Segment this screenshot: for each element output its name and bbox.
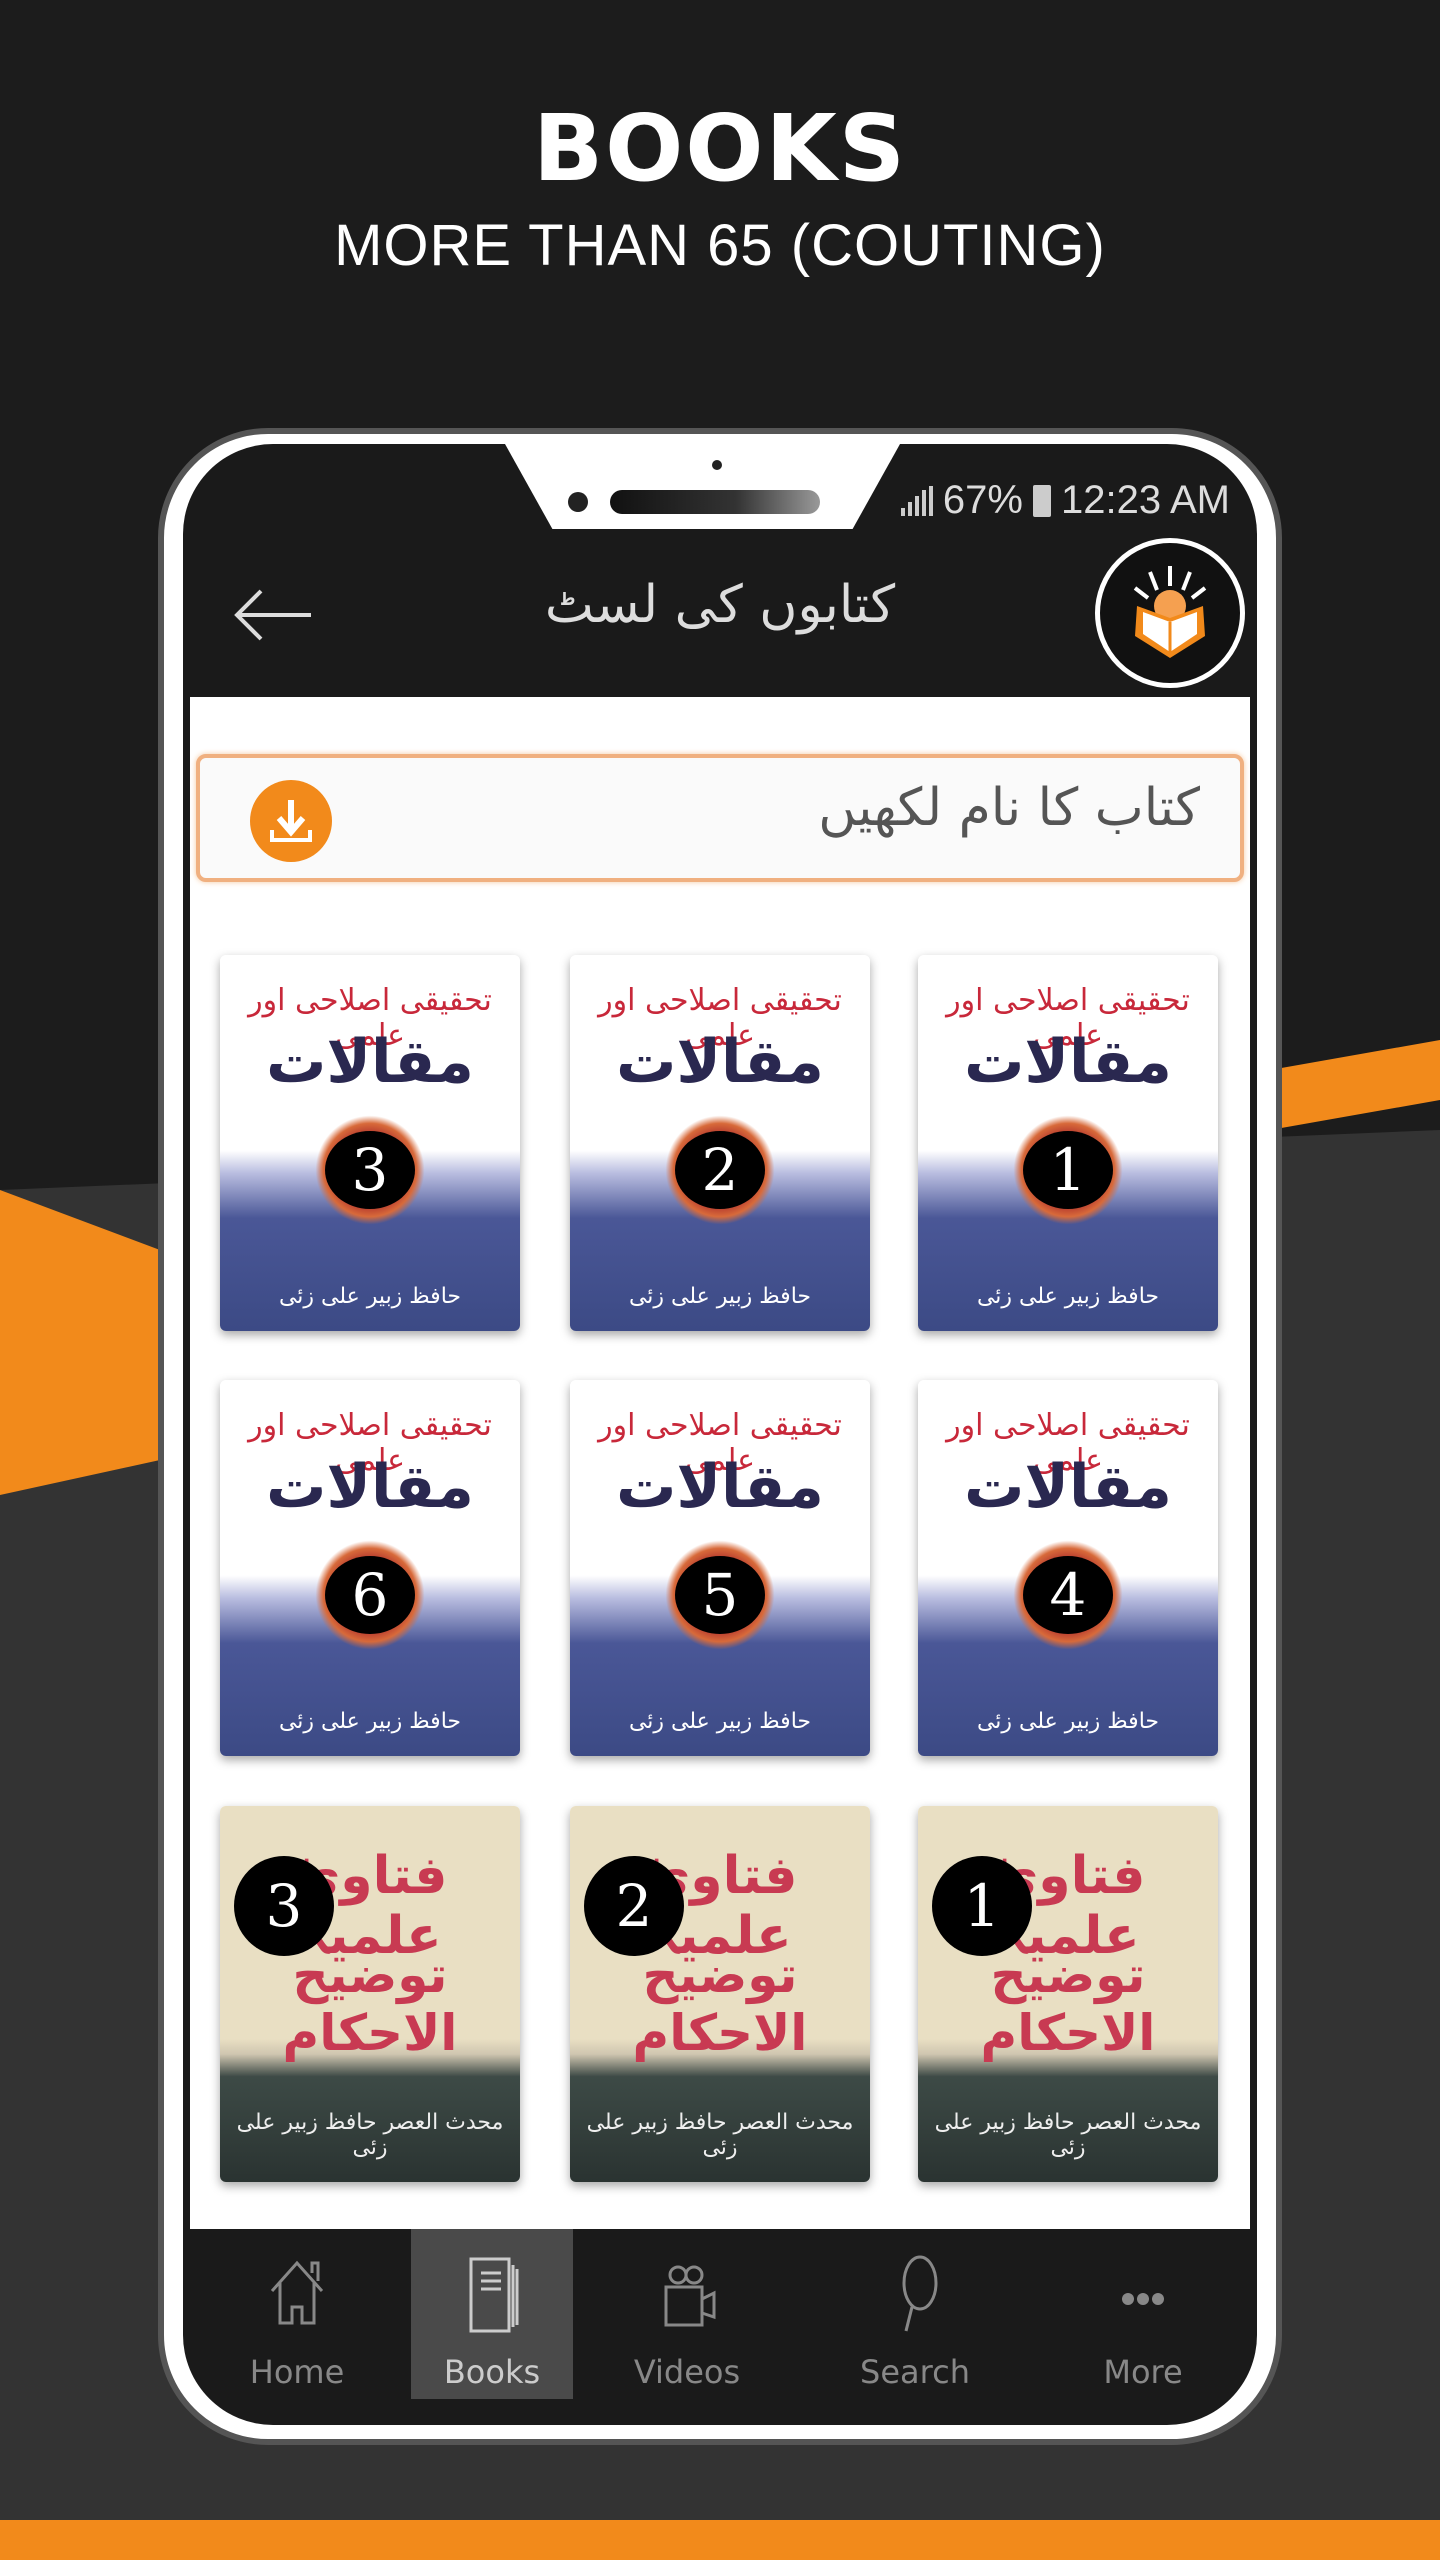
volume-number: 4 xyxy=(1023,1556,1113,1634)
book-icon xyxy=(469,2257,519,2333)
book-cover[interactable]: تحقیقی اصلاحی اور علمی مقالات 5 حافظ زبی… xyxy=(570,1380,870,1756)
volume-number: 1 xyxy=(1023,1131,1113,1209)
home-icon xyxy=(270,2260,324,2325)
volume-number: 2 xyxy=(584,1856,684,1956)
app-logo[interactable] xyxy=(1095,538,1245,688)
book-cover[interactable]: تحقیقی اصلاحی اور علمی مقالات 4 حافظ زبی… xyxy=(918,1380,1218,1756)
more-dots-icon xyxy=(1122,2293,1164,2305)
download-icon xyxy=(270,800,312,842)
camera-lens xyxy=(568,492,588,512)
status-bar: 67% 12:23 AM xyxy=(900,478,1230,523)
nav-tab-videos[interactable]: Videos xyxy=(573,2229,801,2399)
video-camera-icon xyxy=(664,2265,716,2327)
book-cover[interactable]: توضیح الاحکام فتاویٰ علمیہ 3 محدث العصر … xyxy=(220,1806,520,2182)
nav-tab-search[interactable]: Search xyxy=(801,2229,1029,2399)
volume-number: 1 xyxy=(932,1856,1032,1956)
clock: 12:23 AM xyxy=(1060,478,1230,522)
volume-number: 2 xyxy=(675,1131,765,1209)
book-cover[interactable]: تحقیقی اصلاحی اور علمی مقالات 2 حافظ زبی… xyxy=(570,955,870,1331)
bottom-navigation: Home Books Videos Search More xyxy=(183,2229,1257,2399)
book-cover[interactable]: توضیح الاحکام فتاویٰ علمیہ 2 محدث العصر … xyxy=(570,1806,870,2182)
book-author: حافظ زبیر علی زئی xyxy=(628,1284,812,1309)
speaker-grille xyxy=(610,490,820,514)
nav-label: More xyxy=(1103,2353,1183,2391)
nav-label: Search xyxy=(860,2353,970,2391)
nav-label: Videos xyxy=(633,2353,741,2391)
book-cover[interactable]: تحقیقی اصلاحی اور علمی مقالات 6 حافظ زبی… xyxy=(220,1380,520,1756)
nav-tab-books[interactable]: Books xyxy=(411,2229,573,2399)
phone-notch xyxy=(505,444,900,529)
book-author: حافظ زبیر علی زئی xyxy=(976,1709,1160,1734)
book-author: محدث العصر حافظ زبیر علی زئی xyxy=(934,2110,1202,2160)
background-orange-bottom-band xyxy=(0,2520,1440,2560)
book-title: مقالات xyxy=(964,1027,1172,1097)
signal-icon xyxy=(900,485,933,516)
open-book-sun-logo-icon xyxy=(1133,566,1207,658)
battery-percent: 67% xyxy=(942,478,1023,522)
book-title: مقالات xyxy=(266,1452,474,1522)
volume-number: 3 xyxy=(234,1856,334,1956)
book-author: حافظ زبیر علی زئی xyxy=(278,1709,462,1734)
nav-label: Home xyxy=(249,2353,345,2391)
hero-title: BOOKS xyxy=(532,95,908,202)
nav-label: Books xyxy=(443,2353,541,2391)
hero-subtitle: MORE THAN 65 (COUTING) xyxy=(334,213,1106,278)
book-author: حافظ زبیر علی زئی xyxy=(628,1709,812,1734)
sensor-dot xyxy=(712,460,722,470)
book-title: مقالات xyxy=(266,1027,474,1097)
background-orange-stripe-right xyxy=(1270,1040,1440,1130)
battery-icon xyxy=(1032,484,1051,517)
volume-number: 5 xyxy=(675,1556,765,1634)
volume-number: 6 xyxy=(325,1556,415,1634)
nav-tab-home[interactable]: Home xyxy=(183,2229,411,2399)
book-author: حافظ زبیر علی زئی xyxy=(278,1284,462,1309)
book-cover[interactable]: توضیح الاحکام فتاویٰ علمیہ 1 محدث العصر … xyxy=(918,1806,1218,2182)
book-title: مقالات xyxy=(964,1452,1172,1522)
book-title: مقالات xyxy=(616,1452,824,1522)
app-header: کتابوں کی لسٹ xyxy=(183,530,1257,697)
volume-number: 3 xyxy=(325,1131,415,1209)
book-cover[interactable]: تحقیقی اصلاحی اور علمی مقالات 3 حافظ زبی… xyxy=(220,955,520,1331)
nav-tab-more[interactable]: More xyxy=(1029,2229,1257,2399)
book-name-search-input[interactable] xyxy=(500,778,1200,838)
search-icon xyxy=(902,2255,938,2332)
book-author: محدث العصر حافظ زبیر علی زئی xyxy=(236,2110,504,2160)
download-button[interactable] xyxy=(250,780,332,862)
book-cover[interactable]: تحقیقی اصلاحی اور علمی مقالات 1 حافظ زبی… xyxy=(918,955,1218,1331)
book-author: محدث العصر حافظ زبیر علی زئی xyxy=(586,2110,854,2160)
book-author: حافظ زبیر علی زئی xyxy=(976,1284,1160,1309)
book-title: مقالات xyxy=(616,1027,824,1097)
search-bar xyxy=(196,754,1244,882)
